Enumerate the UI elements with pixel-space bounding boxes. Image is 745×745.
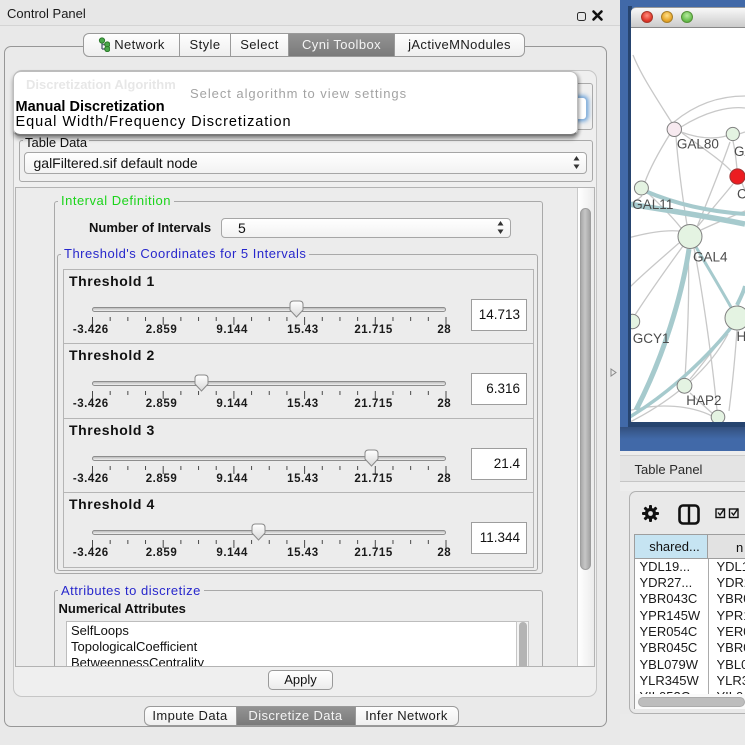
svg-text:H: H [737, 329, 745, 344]
svg-text:HAP2: HAP2 [686, 393, 721, 408]
svg-text:GCY1: GCY1 [633, 331, 670, 346]
svg-text:C: C [737, 187, 745, 202]
svg-text:GAL4: GAL4 [693, 250, 728, 265]
svg-text:GAL11: GAL11 [632, 197, 673, 212]
svg-text:GA: GA [734, 144, 745, 159]
svg-text:GAL80: GAL80 [677, 137, 719, 152]
